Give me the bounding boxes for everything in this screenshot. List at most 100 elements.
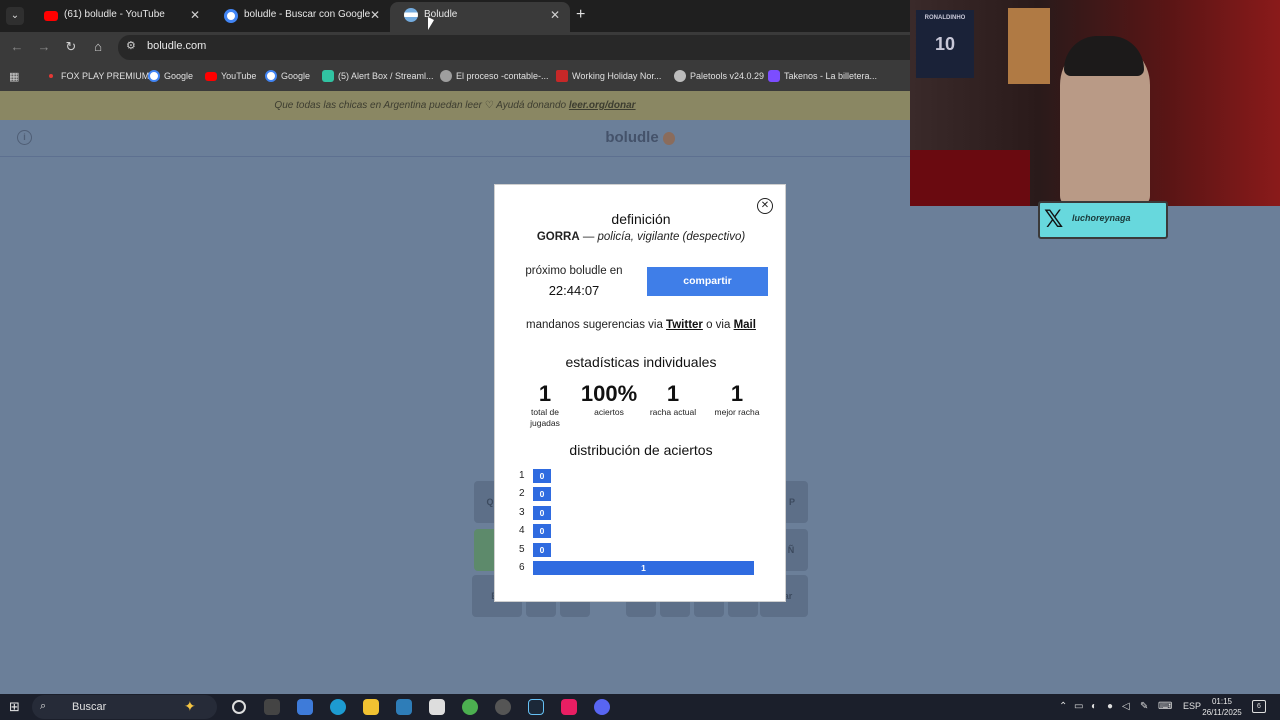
distribution-row: 61 xyxy=(519,561,769,575)
bookmark-item[interactable]: Google xyxy=(148,69,193,83)
youtube-icon xyxy=(205,72,217,81)
clock[interactable]: 01:15 26/11/2025 xyxy=(1200,696,1244,718)
donate-link[interactable]: leer.org/donar xyxy=(569,100,636,111)
keyboard-icon[interactable]: ⌨ xyxy=(1158,701,1172,713)
address-bar[interactable]: ⚙ boludle.com xyxy=(118,35,910,60)
edge-icon[interactable] xyxy=(330,699,346,715)
site-settings-icon[interactable]: ⚙ xyxy=(126,39,136,52)
takenos-icon xyxy=(768,70,780,82)
close-tab-icon[interactable]: ✕ xyxy=(550,2,560,28)
distribution-bar: 0 xyxy=(533,487,551,502)
microphone-icon[interactable]: ● xyxy=(1107,701,1113,713)
tray-app-icon[interactable]: ◐ xyxy=(1091,701,1097,713)
forward-icon[interactable]: → xyxy=(35,38,53,56)
definition-title: definición xyxy=(611,211,671,227)
close-tab-icon[interactable]: ✕ xyxy=(370,4,380,26)
definition-meaning: policía, vigilante (despectivo) xyxy=(597,231,746,243)
reload-icon[interactable]: ↻ xyxy=(62,38,80,56)
window xyxy=(1008,8,1050,84)
steam-icon[interactable] xyxy=(528,699,544,715)
apps-grid-icon[interactable]: ▦ xyxy=(9,70,23,83)
pen-icon[interactable]: ✎ xyxy=(1140,701,1148,713)
next-boludle-label: próximo boludle en xyxy=(525,265,623,277)
share-button[interactable]: compartir xyxy=(647,267,768,296)
chrome-icon[interactable] xyxy=(462,699,478,715)
tray-app-icon[interactable]: ▭ xyxy=(1074,701,1083,713)
distribution-guess-number: 1 xyxy=(519,470,525,481)
bookmarks-bar: ▦ FOX PLAY PREMIUM Google YouTube Google… xyxy=(0,62,910,91)
task-view-icon[interactable] xyxy=(264,699,280,715)
streamlabs-icon xyxy=(322,70,334,82)
new-tab-button[interactable]: + xyxy=(576,6,585,24)
tab-youtube[interactable]: (61) boludle - YouTube ✕ xyxy=(30,4,210,28)
stat-win-pct: 100% aciertos xyxy=(580,381,638,417)
bookmark-item[interactable]: Google xyxy=(265,69,310,83)
donation-banner: Que todas las chicas en Argentina puedan… xyxy=(0,91,910,120)
windows-start-icon[interactable]: ⊞ xyxy=(9,700,23,714)
distribution-guess-number: 3 xyxy=(519,506,525,518)
suggestions-text: mandanos sugerencias via Twitter o via M… xyxy=(526,319,756,331)
close-tab-icon[interactable]: ✕ xyxy=(190,4,200,26)
tab-google-search[interactable]: boludle - Buscar con Google ✕ xyxy=(210,4,390,28)
windows-taskbar: ⊞ ⌕ Buscar ✦ ⌃ ▭ ◐ ● ◁ ✎ ⌨ ESP 01:15 26/1… xyxy=(0,694,1280,720)
copilot-icon[interactable] xyxy=(297,699,313,715)
bookmark-item[interactable]: Paletools v24.0.29 xyxy=(674,69,764,83)
webcam-overlay: 10 RONALDINHO xyxy=(910,0,1280,206)
argentina-flag-icon xyxy=(404,8,418,22)
mate-icon xyxy=(662,131,675,145)
twitter-link[interactable]: Twitter xyxy=(666,319,703,331)
url-text: boludle.com xyxy=(147,40,207,52)
tab-boludle[interactable]: Boludle ✕ xyxy=(390,2,570,32)
back-icon[interactable]: ← xyxy=(8,38,26,56)
bookmark-item[interactable]: FOX PLAY PREMIUM xyxy=(45,69,149,83)
tiktok-icon[interactable] xyxy=(561,699,577,715)
stats-modal: ✕ definición GORRA — policía, vigilante … xyxy=(494,184,786,602)
bookmark-item[interactable]: Working Holiday Nor... xyxy=(556,69,661,83)
bookmark-item[interactable]: YouTube xyxy=(205,69,256,83)
tab-title: (61) boludle - YouTube xyxy=(64,9,165,20)
banner-text: Que todas las chicas en Argentina puedan… xyxy=(274,100,636,111)
bookmark-item[interactable]: (5) Alert Box / Streaml... xyxy=(322,69,434,83)
browser-toolbar: ← → ↻ ⌂ ⚙ boludle.com xyxy=(0,32,910,62)
streamer-handle-tag: 𝕏 luchoreynaga xyxy=(1038,201,1168,239)
tab-search-dropdown[interactable]: ⌄ xyxy=(6,7,24,25)
taskbar-search[interactable]: ⌕ Buscar ✦ xyxy=(32,695,217,719)
bookmark-item[interactable]: Takenos - La billetera... xyxy=(768,69,877,83)
app-icon[interactable] xyxy=(396,699,412,715)
distribution-guess-number: 4 xyxy=(519,525,525,537)
obs-icon[interactable] xyxy=(495,699,511,715)
home-icon[interactable]: ⌂ xyxy=(89,38,107,56)
bookmark-item[interactable]: El proceso -contable-... xyxy=(440,69,549,83)
file-explorer-icon[interactable] xyxy=(363,699,379,715)
input-language[interactable]: ESP xyxy=(1183,701,1201,711)
working-holiday-icon xyxy=(556,70,568,82)
chevron-up-icon[interactable]: ⌃ xyxy=(1059,701,1067,713)
cortana-icon[interactable] xyxy=(232,700,246,714)
search-icon: ⌕ xyxy=(40,700,47,712)
distribution-guess-number: 5 xyxy=(519,543,525,555)
notification-icon[interactable]: 6 xyxy=(1252,700,1266,713)
search-placeholder: Buscar xyxy=(72,701,107,713)
distribution-guess-number: 2 xyxy=(519,488,525,500)
volume-icon[interactable]: ◁ xyxy=(1122,701,1130,713)
distribution-row: 40 xyxy=(519,524,769,539)
distribution-bar: 0 xyxy=(533,469,551,483)
discord-icon[interactable] xyxy=(594,699,610,715)
stats-title: estadísticas individuales xyxy=(565,354,717,370)
stat-played: 1 total de jugadas xyxy=(530,381,560,428)
copilot-sparkle-icon: ✦ xyxy=(184,698,196,714)
mail-link[interactable]: Mail xyxy=(734,319,756,331)
distribution-bar: 0 xyxy=(533,524,551,539)
distribution-bar: 1 xyxy=(533,561,754,575)
google-icon xyxy=(224,9,238,23)
tab-title: boludle - Buscar con Google xyxy=(244,9,371,20)
fox-play-icon xyxy=(49,74,53,78)
distribution-row: 30 xyxy=(519,505,769,520)
definition-text: GORRA — policía, vigilante (despectivo) xyxy=(536,231,746,243)
distribution-title: distribución de aciertos xyxy=(569,442,713,458)
globe-icon xyxy=(674,70,686,82)
x-logo-icon: 𝕏 xyxy=(1044,206,1064,233)
google-icon xyxy=(148,70,160,82)
globe-icon xyxy=(440,70,452,82)
capcut-icon[interactable] xyxy=(429,699,445,715)
